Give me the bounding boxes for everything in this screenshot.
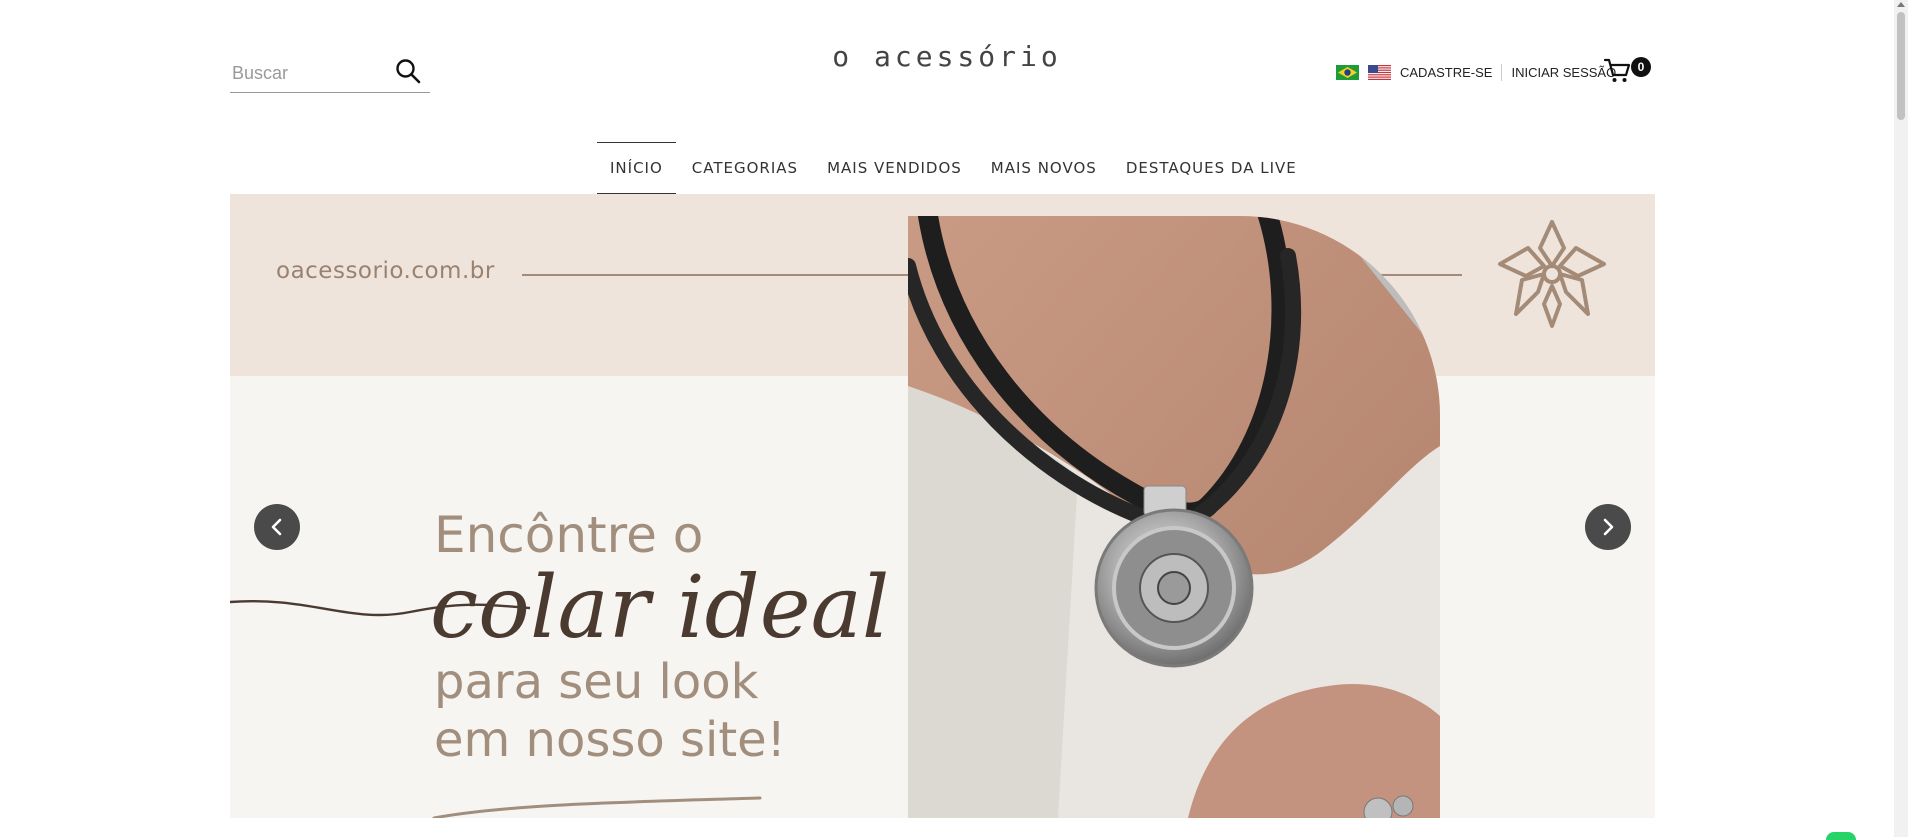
- hero-banner[interactable]: oacessorio.com.br Encôntre o colar ideal…: [230, 194, 1655, 818]
- cart-button[interactable]: 0: [1604, 55, 1654, 85]
- login-link[interactable]: INICIAR SESSÃO: [1511, 65, 1616, 80]
- headline-line-1: Encôntre o: [434, 506, 704, 564]
- lotus-logo-icon: [1498, 220, 1606, 328]
- usa-flag-icon[interactable]: [1368, 64, 1391, 80]
- headline-line-3: para seu look: [434, 654, 759, 710]
- register-link[interactable]: CADASTRE-SE: [1400, 65, 1492, 80]
- whatsapp-button[interactable]: [1826, 832, 1856, 840]
- banner-product-photo: [908, 216, 1440, 818]
- decorative-underline: [432, 796, 762, 818]
- nav-item-destaques-da-live[interactable]: DESTAQUES DA LIVE: [1113, 142, 1310, 194]
- scroll-up-arrow-icon[interactable]: [1897, 2, 1905, 7]
- nav-item-inicio[interactable]: INÍCIO: [597, 142, 676, 194]
- cart-count-badge: 0: [1631, 57, 1651, 77]
- divider: [1501, 63, 1503, 81]
- necklace-image: [908, 216, 1440, 818]
- user-area: CADASTRE-SE INICIAR SESSÃO: [1336, 60, 1616, 84]
- nav-item-categorias[interactable]: CATEGORIAS: [679, 142, 811, 194]
- main-nav: INÍCIO CATEGORIAS MAIS VENDIDOS MAIS NOV…: [597, 142, 1310, 194]
- chevron-right-icon: [1603, 518, 1614, 536]
- nav-item-mais-novos[interactable]: MAIS NOVOS: [978, 142, 1110, 194]
- scrollbar-thumb[interactable]: [1897, 12, 1905, 120]
- banner-url-text: oacessorio.com.br: [276, 258, 495, 284]
- cart-icon: [1604, 58, 1631, 82]
- chevron-left-icon: [271, 518, 282, 536]
- brazil-flag-icon[interactable]: [1336, 64, 1359, 80]
- carousel-prev-button[interactable]: [254, 504, 300, 550]
- headline-line-2: colar ideal: [430, 558, 890, 658]
- carousel-next-button[interactable]: [1585, 504, 1631, 550]
- page-scrollbar[interactable]: [1894, 0, 1908, 837]
- nav-item-mais-vendidos[interactable]: MAIS VENDIDOS: [814, 142, 975, 194]
- banner-divider-line: [522, 274, 922, 276]
- headline-line-4: em nosso site!: [434, 712, 786, 768]
